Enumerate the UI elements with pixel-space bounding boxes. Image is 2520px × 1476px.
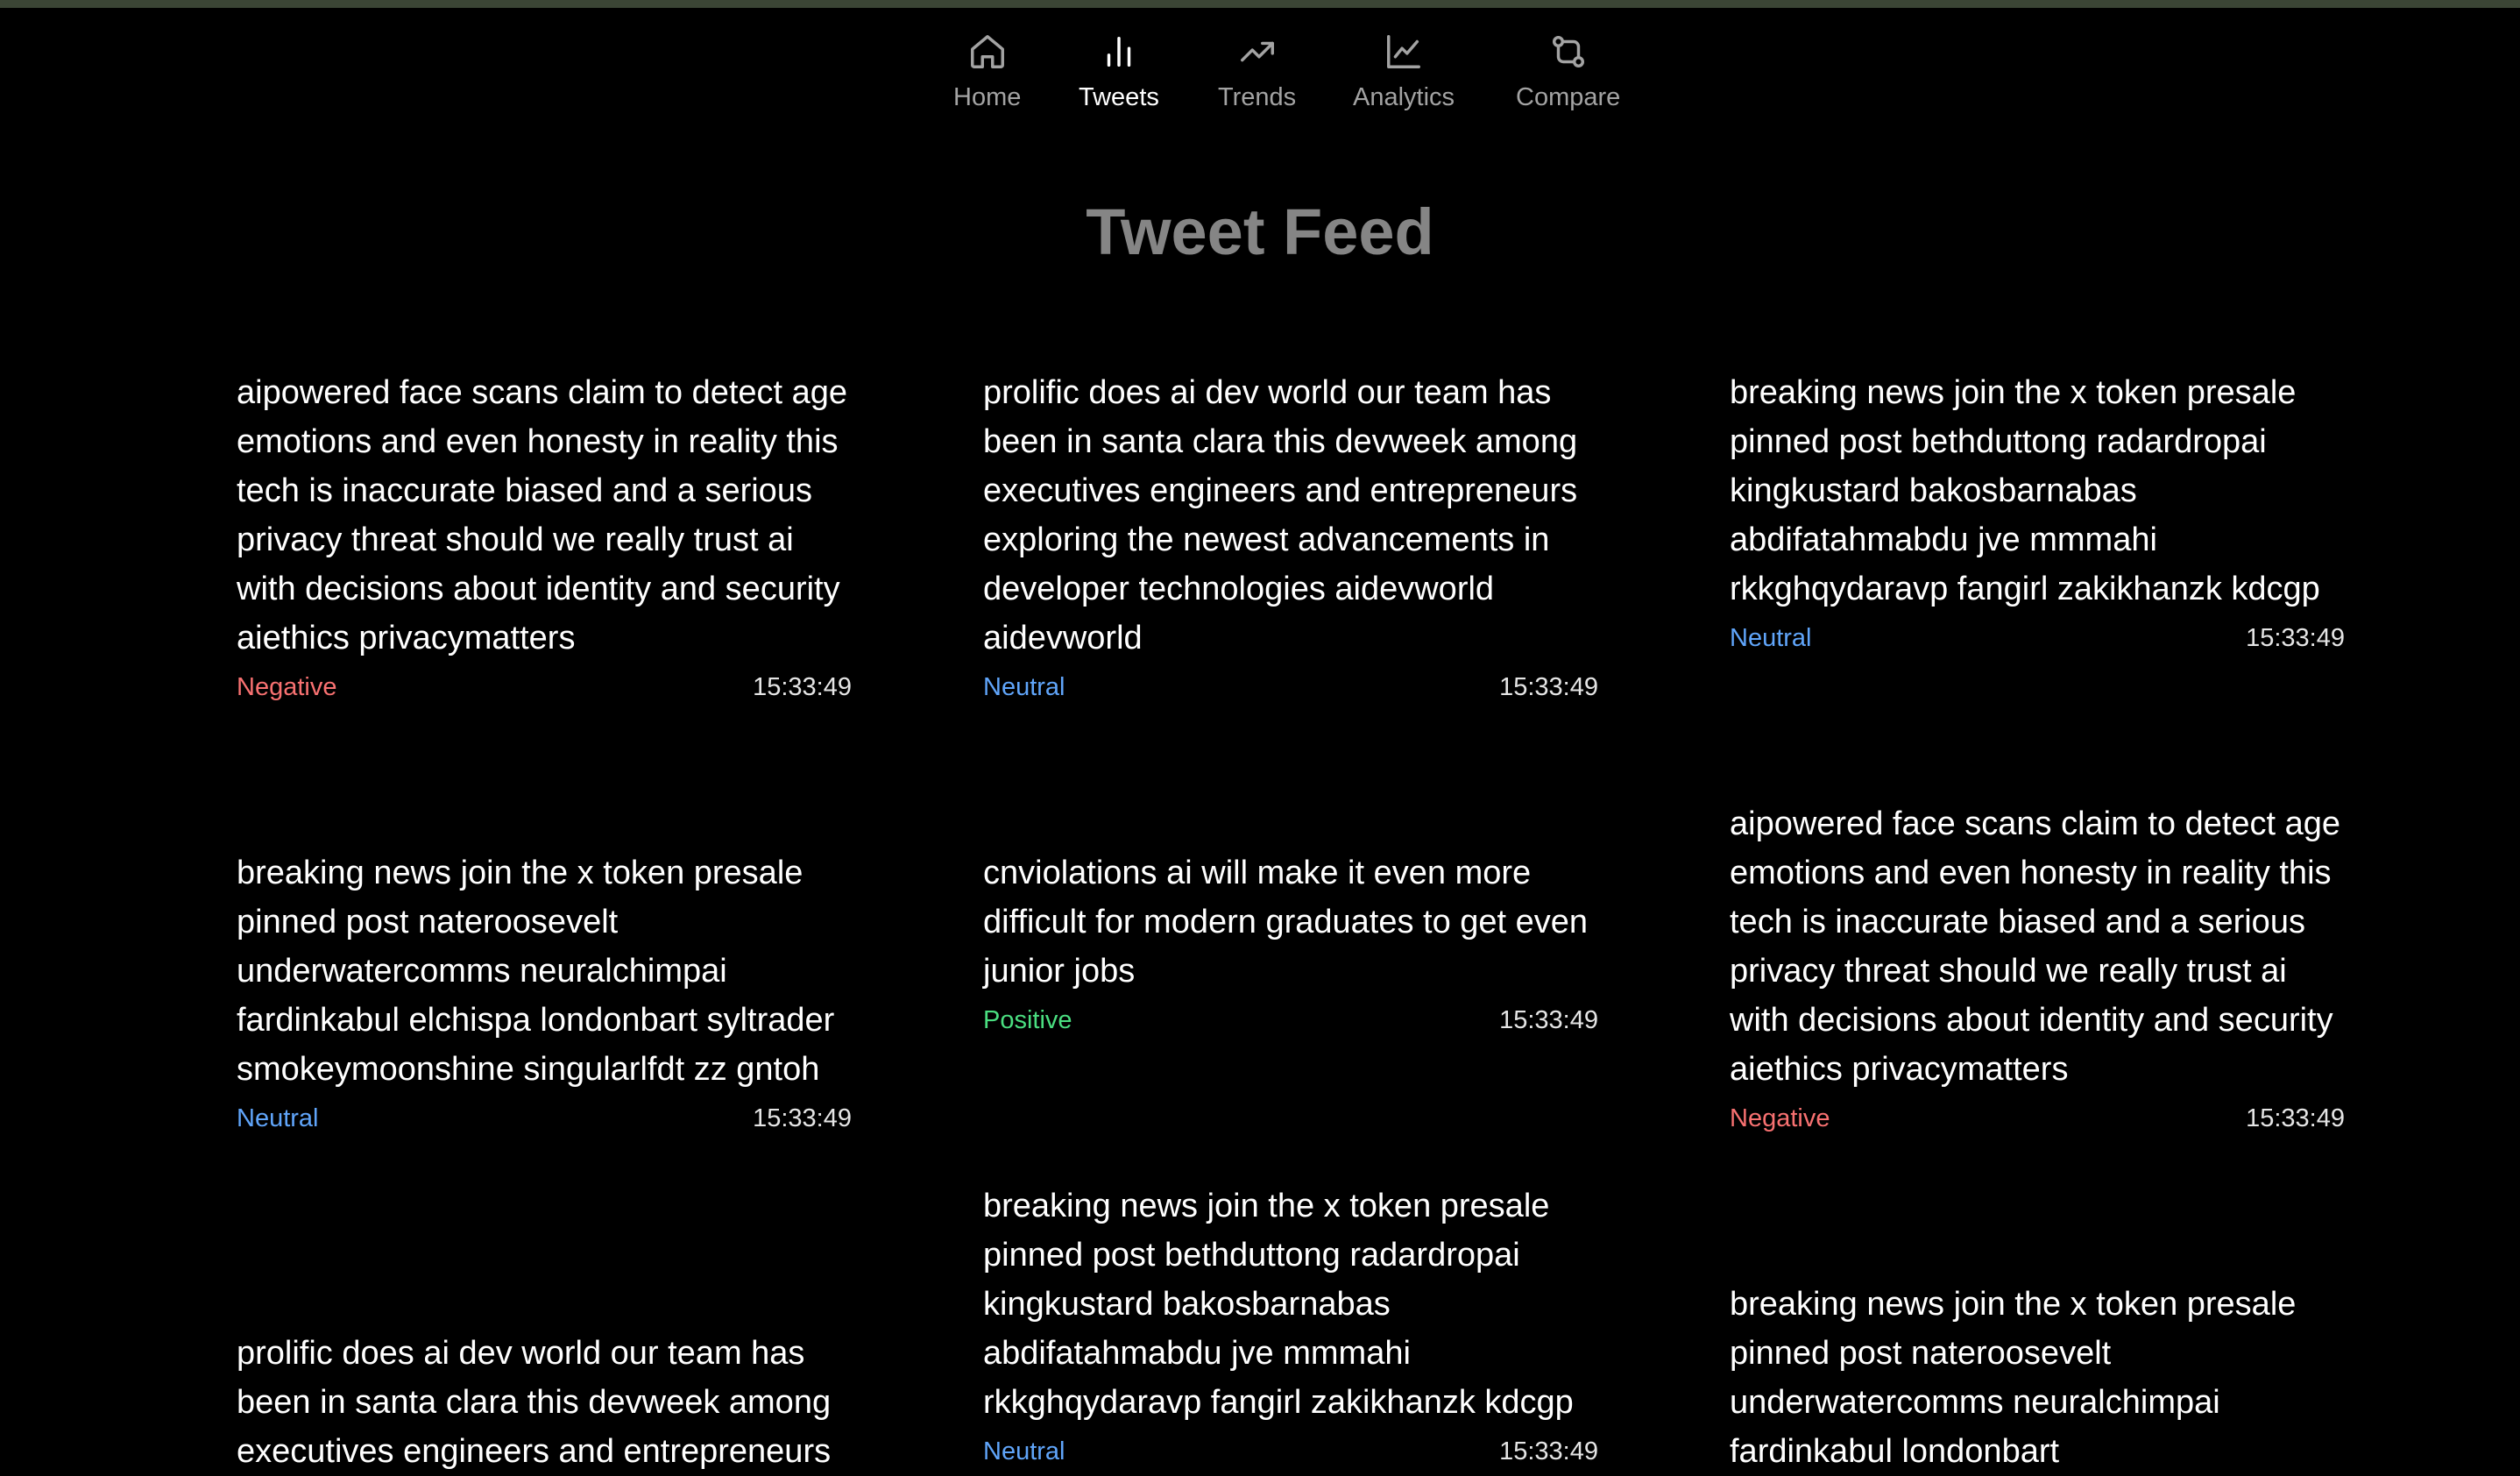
nav-tweets[interactable]: Tweets <box>1079 32 1159 112</box>
nav-home-label: Home <box>953 83 1022 111</box>
tweet-time: 15:33:49 <box>1499 1006 1598 1034</box>
tweet-text: breaking news join the x token presale p… <box>983 1188 1574 1421</box>
nav-trends[interactable]: Trends <box>1218 32 1296 112</box>
tweet-card: breaking news join the x token presale p… <box>1730 1280 2343 1476</box>
tweet-text: breaking news join the x token presale p… <box>1730 1286 2297 1470</box>
tweet-text: cnviolations ai will make it even more d… <box>983 855 1589 990</box>
nav-analytics-label: Analytics <box>1353 83 1455 111</box>
tweet-text: prolific does ai dev world our team has … <box>983 374 1578 656</box>
sentiment-label: Neutral <box>983 1437 1065 1465</box>
tweet-text: breaking news join the x token presale p… <box>237 855 835 1088</box>
main-nav: Home Tweets Trends Analytics Compare <box>0 32 2520 119</box>
nav-analytics[interactable]: Analytics <box>1353 32 1455 112</box>
tweet-time: 15:33:49 <box>2246 624 2345 652</box>
tweet-text: aipowered face scans claim to detect age… <box>237 374 848 656</box>
git-compare-icon <box>1552 35 1584 68</box>
tweet-card: breaking news join the x token presale p… <box>1730 368 2345 656</box>
nav-compare-label: Compare <box>1516 83 1621 111</box>
tweet-card: cnviolations ai will make it even more d… <box>983 848 1598 1038</box>
tweet-card: breaking news join the x token presale p… <box>983 1182 1598 1469</box>
trending-up-icon <box>1240 41 1274 62</box>
top-accent-bar <box>0 0 2520 8</box>
nav-trends-label: Trends <box>1218 83 1297 111</box>
sentiment-label: Neutral <box>1730 624 1812 652</box>
sentiment-label: Negative <box>237 673 337 701</box>
tweet-card: aipowered face scans claim to detect age… <box>237 368 852 705</box>
line-chart-icon <box>1387 35 1420 68</box>
tweet-card: aipowered face scans claim to detect age… <box>1730 799 2345 1136</box>
tweet-card: prolific does ai dev world our team has … <box>237 1329 850 1476</box>
bar-chart-icon <box>1107 36 1131 67</box>
home-icon <box>970 35 1004 68</box>
tweet-text: breaking news join the x token presale p… <box>1730 374 2320 607</box>
tweet-time: 15:33:49 <box>2246 1104 2345 1132</box>
sentiment-label: Neutral <box>983 673 1065 701</box>
page-title: Tweet Feed <box>1086 195 1434 268</box>
nav-tweets-label: Tweets <box>1079 83 1159 111</box>
tweet-time: 15:33:49 <box>753 1104 852 1132</box>
sentiment-label: Neutral <box>237 1104 319 1132</box>
tweet-time: 15:33:49 <box>1499 1437 1598 1465</box>
nav-home[interactable]: Home <box>953 32 1021 112</box>
tweet-time: 15:33:49 <box>1499 673 1598 701</box>
nav-compare[interactable]: Compare <box>1516 32 1620 112</box>
tweet-text: aipowered face scans claim to detect age… <box>1730 805 2341 1088</box>
tweet-time: 15:33:49 <box>753 673 852 701</box>
tweet-card: breaking news join the x token presale p… <box>237 848 852 1136</box>
tweet-text: prolific does ai dev world our team has … <box>237 1335 832 1470</box>
sentiment-label: Positive <box>983 1006 1072 1034</box>
sentiment-label: Negative <box>1730 1104 1830 1132</box>
tweet-card: prolific does ai dev world our team has … <box>983 368 1598 705</box>
